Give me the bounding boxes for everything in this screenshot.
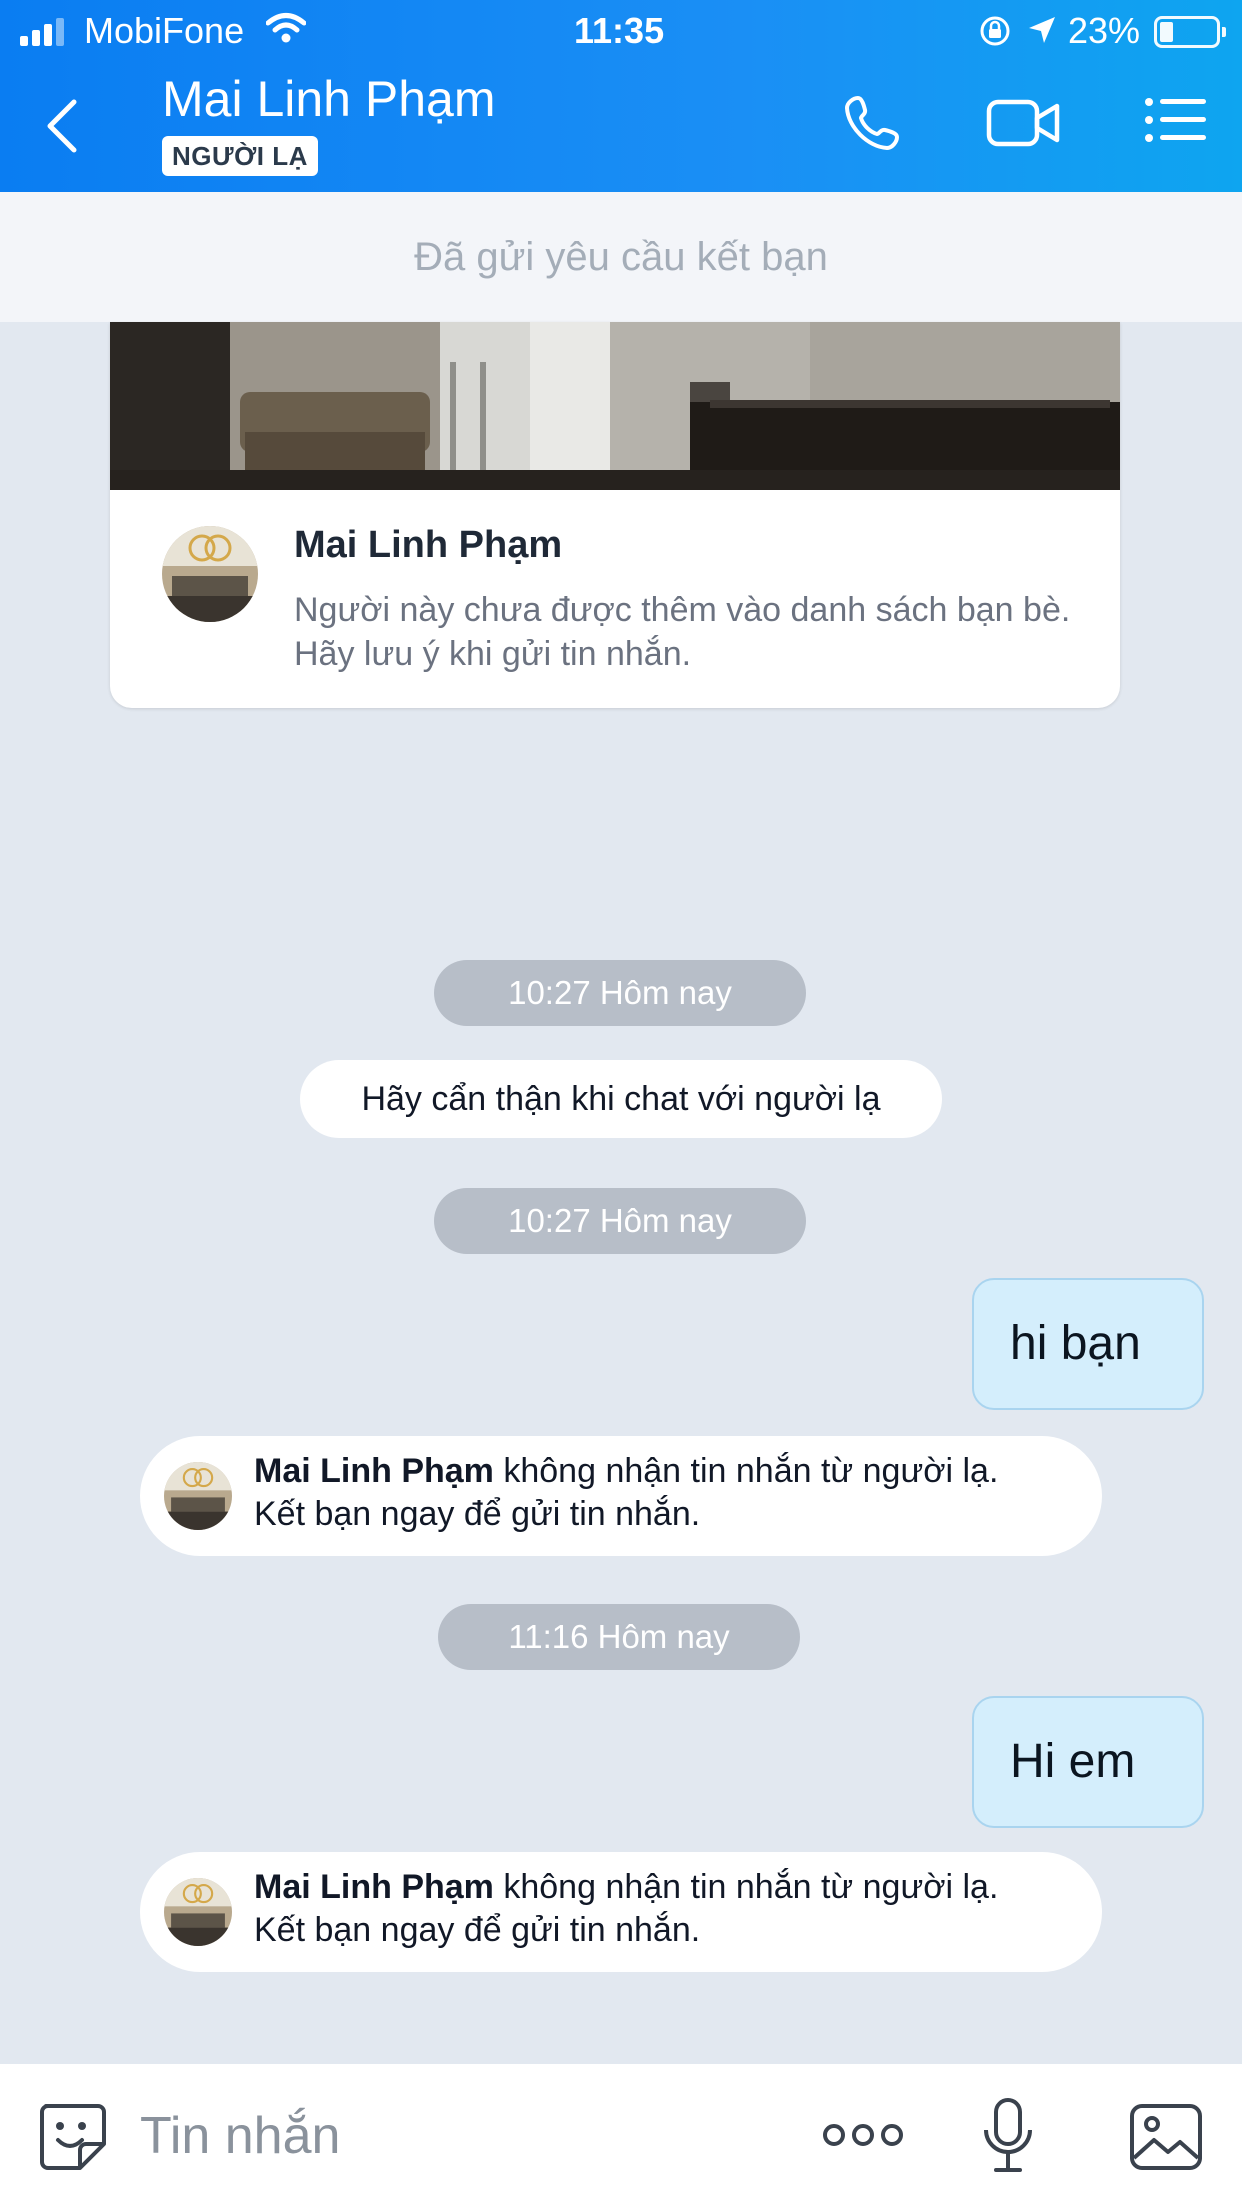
microphone-icon[interactable]	[982, 2096, 1034, 2176]
stranger-badge: NGƯỜI LẠ	[162, 136, 318, 176]
outgoing-message[interactable]: hi bạn	[972, 1278, 1204, 1410]
message-composer	[0, 2064, 1242, 2208]
battery-icon	[1154, 16, 1226, 48]
notice-line2: Kết bạn ngay để gửi tin nhắn.	[254, 1911, 701, 1949]
profile-card[interactable]: Mai Linh Phạm Người này chưa được thêm v…	[110, 322, 1120, 708]
notice-name[interactable]: Mai Linh Phạm	[254, 1452, 494, 1490]
timestamp-pill: 10:27 Hôm nay	[434, 960, 806, 1026]
notice-text: Mai Linh Phạm không nhận tin nhắn từ ngư…	[254, 1866, 998, 1952]
carrier-name: MobiFone	[84, 10, 245, 51]
delivery-blocked-notice: Mai Linh Phạm không nhận tin nhắn từ ngư…	[140, 1436, 1102, 1556]
timestamp-pill: 11:16 Hôm nay	[438, 1604, 800, 1670]
outgoing-message[interactable]: Hi em	[972, 1696, 1204, 1828]
video-call-icon[interactable]	[986, 92, 1062, 152]
cell-signal-icon	[20, 16, 64, 46]
back-arrow-icon[interactable]	[36, 94, 92, 158]
friend-request-sent-banner: Đã gửi yêu cầu kết bạn	[0, 192, 1242, 322]
chat-header: MobiFone 11:35 23% Mai Linh Phạm NGƯỜI L…	[0, 0, 1242, 192]
location-arrow-icon	[1029, 17, 1055, 43]
chat-title[interactable]: Mai Linh Phạm	[162, 70, 496, 128]
notice-avatar	[164, 1878, 232, 1946]
notice-line1: không nhận tin nhắn từ người lạ.	[493, 1868, 999, 1906]
timestamp-pill: 10:27 Hôm nay	[434, 1188, 806, 1254]
delivery-blocked-notice: Mai Linh Phạm không nhận tin nhắn từ ngư…	[140, 1852, 1102, 1972]
sticker-emoji-icon[interactable]	[36, 2100, 108, 2172]
notice-line2: Kết bạn ngay để gửi tin nhắn.	[254, 1495, 701, 1533]
message-input[interactable]	[140, 2104, 780, 2168]
menu-list-icon[interactable]	[1144, 92, 1208, 148]
notice-avatar	[164, 1462, 232, 1530]
card-description: Người này chưa được thêm vào danh sách b…	[294, 591, 1071, 673]
wifi-icon	[266, 13, 306, 43]
notice-name[interactable]: Mai Linh Phạm	[254, 1868, 494, 1906]
status-time: 11:35	[574, 10, 665, 51]
rotation-lock-icon	[980, 16, 1010, 46]
more-options-icon[interactable]	[822, 2120, 904, 2150]
stranger-warning-message: Hãy cẩn thận khi chat với người lạ	[300, 1060, 942, 1138]
card-avatar[interactable]	[162, 526, 258, 622]
phone-call-icon[interactable]	[842, 92, 904, 154]
cover-photo	[110, 322, 1120, 490]
card-name: Mai Linh Phạm	[294, 524, 563, 566]
notice-text: Mai Linh Phạm không nhận tin nhắn từ ngư…	[254, 1450, 998, 1536]
battery-percent: 23%	[1068, 10, 1141, 51]
status-bar: MobiFone 11:35 23%	[0, 0, 1242, 62]
image-gallery-icon[interactable]	[1128, 2102, 1204, 2172]
notice-line1: không nhận tin nhắn từ người lạ.	[493, 1452, 999, 1490]
